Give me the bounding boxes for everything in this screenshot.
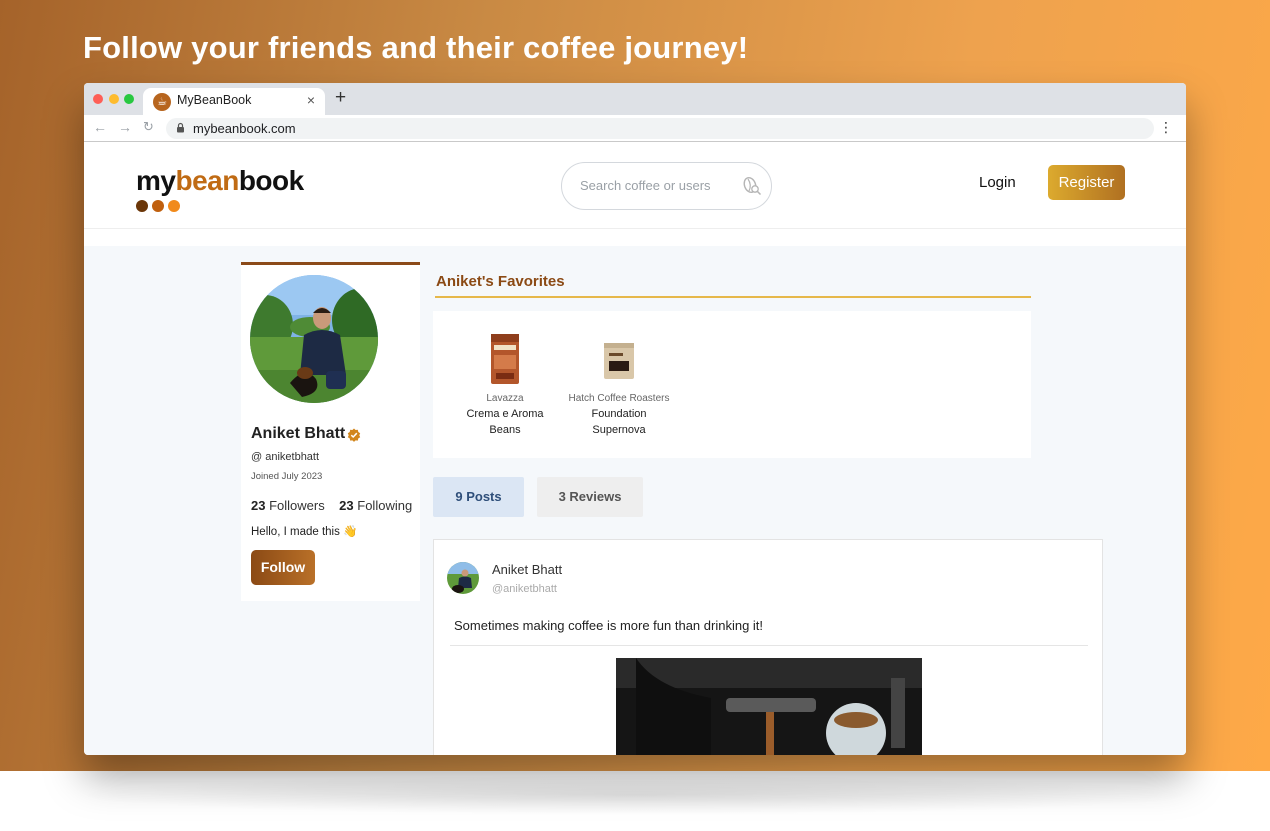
browser-tab[interactable]: ☕ MyBeanBook × xyxy=(143,88,325,115)
arrow-right-icon[interactable]: → xyxy=(118,119,132,135)
logo-text-my: my xyxy=(136,165,176,196)
url-text: mybeanbook.com xyxy=(193,121,296,136)
browser-tabbar: ☕ MyBeanBook × + xyxy=(84,83,1186,115)
coffee-bag-image xyxy=(604,343,634,379)
register-button[interactable]: Register xyxy=(1048,165,1125,200)
close-window-dot[interactable] xyxy=(93,94,103,104)
tab-reviews[interactable]: 3 Reviews xyxy=(537,477,643,517)
url-bar[interactable]: mybeanbook.com xyxy=(166,118,1154,139)
favorite-brand: Lavazza xyxy=(486,393,524,404)
lock-icon xyxy=(177,122,184,133)
profile-page: Aniket Bhatt @ aniketbhatt Joined July 2… xyxy=(84,246,1186,755)
close-icon[interactable]: × xyxy=(307,92,315,108)
favorite-name: Foundation Supernova xyxy=(591,408,647,436)
favorites-title: Aniket's Favorites xyxy=(436,273,565,290)
logo-text-book: book xyxy=(238,165,304,196)
logo-beans-icon xyxy=(136,199,184,217)
post-author[interactable]: Aniket Bhatt xyxy=(492,562,562,577)
post-handle: @aniketbhatt xyxy=(492,583,557,595)
favorites-list: Lavazza Crema e Aroma Beans Hatch Coffee … xyxy=(433,311,1031,458)
login-link[interactable]: Login xyxy=(979,174,1016,191)
reload-icon[interactable]: ↻ xyxy=(143,119,154,135)
favorite-item[interactable]: Hatch Coffee Roasters Foundation Supernov… xyxy=(559,311,679,438)
following-count: 23 xyxy=(339,498,354,513)
search-input[interactable] xyxy=(580,178,730,193)
more-vertical-icon[interactable]: ⋮ xyxy=(1159,119,1173,136)
profile-stats: 23 Followers 23 Following xyxy=(251,498,412,513)
following-label: Following xyxy=(357,498,413,513)
coffee-cup-icon: ☕ xyxy=(153,93,171,111)
favorites-divider xyxy=(435,296,1031,298)
browser-window: ☕ MyBeanBook × + ← → ↻ mybeanbook.com ⋮ … xyxy=(84,83,1186,755)
plus-icon[interactable]: + xyxy=(335,87,346,109)
window-shadow xyxy=(70,775,1200,815)
favorite-item[interactable]: Lavazza Crema e Aroma Beans xyxy=(445,311,565,438)
tab-posts[interactable]: 9 Posts xyxy=(433,477,524,517)
logo-text-bean: bean xyxy=(175,165,239,196)
following-stat[interactable]: 23 Following xyxy=(339,498,412,513)
avatar xyxy=(250,275,378,403)
favorite-name: Crema e Aroma Beans xyxy=(466,408,544,436)
logo[interactable]: mybeanbook xyxy=(136,165,304,197)
profile-name: Aniket Bhatt xyxy=(251,425,346,442)
hero-title: Follow your friends and their coffee jou… xyxy=(83,30,749,65)
coffee-bag-image xyxy=(491,334,519,384)
coffee-bean-search-icon[interactable] xyxy=(741,175,763,197)
profile-card: Aniket Bhatt @ aniketbhatt Joined July 2… xyxy=(241,262,420,601)
followers-count: 23 xyxy=(251,498,266,513)
post-image[interactable] xyxy=(616,658,922,755)
profile-bio: Hello, I made this 👋 xyxy=(251,526,358,538)
post-card: Aniket Bhatt @aniketbhatt Sometimes maki… xyxy=(433,539,1103,755)
post-divider xyxy=(450,645,1088,646)
followers-label: Followers xyxy=(269,498,325,513)
profile-joined-date: Joined July 2023 xyxy=(251,471,323,482)
maximize-window-dot[interactable] xyxy=(124,94,134,104)
verified-badge-icon xyxy=(347,428,361,442)
favorite-brand: Hatch Coffee Roasters xyxy=(568,393,670,404)
arrow-left-icon[interactable]: ← xyxy=(93,119,107,135)
search-box xyxy=(561,162,772,210)
follow-button[interactable]: Follow xyxy=(251,550,315,585)
followers-stat[interactable]: 23 Followers xyxy=(251,498,325,513)
browser-addressbar: ← → ↻ mybeanbook.com ⋮ xyxy=(84,115,1186,142)
tab-title: MyBeanBook xyxy=(177,93,252,107)
post-text: Sometimes making coffee is more fun than… xyxy=(454,618,764,633)
minimize-window-dot[interactable] xyxy=(109,94,119,104)
profile-handle: @ aniketbhatt xyxy=(251,451,320,463)
post-avatar[interactable] xyxy=(447,562,479,594)
site-header: mybeanbook Login Register xyxy=(84,143,1186,229)
